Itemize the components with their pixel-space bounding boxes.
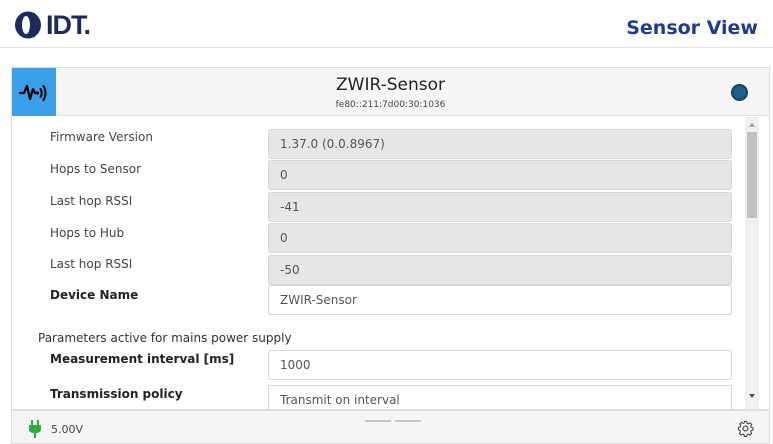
- brand-text: IDT.: [46, 10, 91, 40]
- footer-drag-handle[interactable]: [365, 420, 421, 424]
- plug-icon: [29, 420, 41, 438]
- hops-to-hub-field: 0: [268, 223, 732, 253]
- hops-to-sensor-field: 0: [268, 160, 732, 190]
- scroll-down-arrow-icon[interactable]: [749, 394, 755, 398]
- scroll-up-arrow-icon[interactable]: [749, 123, 755, 127]
- supply-voltage: 5.00V: [51, 423, 84, 436]
- device-settings-form: Firmware Version 1.37.0 (0.0.8967) Hops …: [12, 117, 769, 409]
- scroll-thumb[interactable]: [747, 132, 757, 218]
- measurement-interval-label: Measurement interval [ms]: [50, 352, 235, 366]
- transmission-policy-label: Transmission policy: [50, 387, 183, 401]
- device-panel-header[interactable]: ZWIR-Sensor fe80::211:7d00:30:1036: [12, 68, 769, 116]
- last-hop-rssi-sensor-field: -41: [268, 192, 732, 222]
- firmware-version-field: 1.37.0 (0.0.8967): [268, 129, 732, 159]
- last-hop-rssi-hub-field: -50: [268, 255, 732, 285]
- device-address: fe80::211:7d00:30:1036: [335, 100, 446, 110]
- gear-icon[interactable]: [737, 420, 754, 437]
- mains-section-title: Parameters active for mains power supply: [38, 331, 292, 345]
- transmission-policy-select[interactable]: Transmit on interval: [268, 385, 732, 409]
- last-hop-rssi-hub-label: Last hop RSSI: [50, 257, 133, 271]
- firmware-version-label: Firmware Version: [50, 130, 153, 144]
- form-scrollbar[interactable]: [745, 117, 759, 409]
- device-name-label: Device Name: [50, 288, 139, 302]
- page-title: Sensor View: [626, 17, 758, 39]
- app-header: IDT. Sensor View: [0, 0, 773, 48]
- hops-to-sensor-label: Hops to Sensor: [50, 162, 142, 176]
- idt-logo: IDT.: [14, 10, 91, 40]
- device-panel: ZWIR-Sensor fe80::211:7d00:30:1036 Firmw…: [11, 67, 770, 410]
- status-indicator: [731, 84, 748, 101]
- idt-logo-mark-icon: [15, 11, 41, 39]
- device-name-input[interactable]: ZWIR-Sensor: [268, 285, 732, 315]
- device-name-title: ZWIR-Sensor: [336, 75, 445, 95]
- measurement-interval-input[interactable]: 1000: [268, 350, 732, 380]
- status-footer: 5.00V: [11, 410, 770, 444]
- last-hop-rssi-sensor-label: Last hop RSSI: [50, 194, 133, 208]
- hops-to-hub-label: Hops to Hub: [50, 226, 125, 240]
